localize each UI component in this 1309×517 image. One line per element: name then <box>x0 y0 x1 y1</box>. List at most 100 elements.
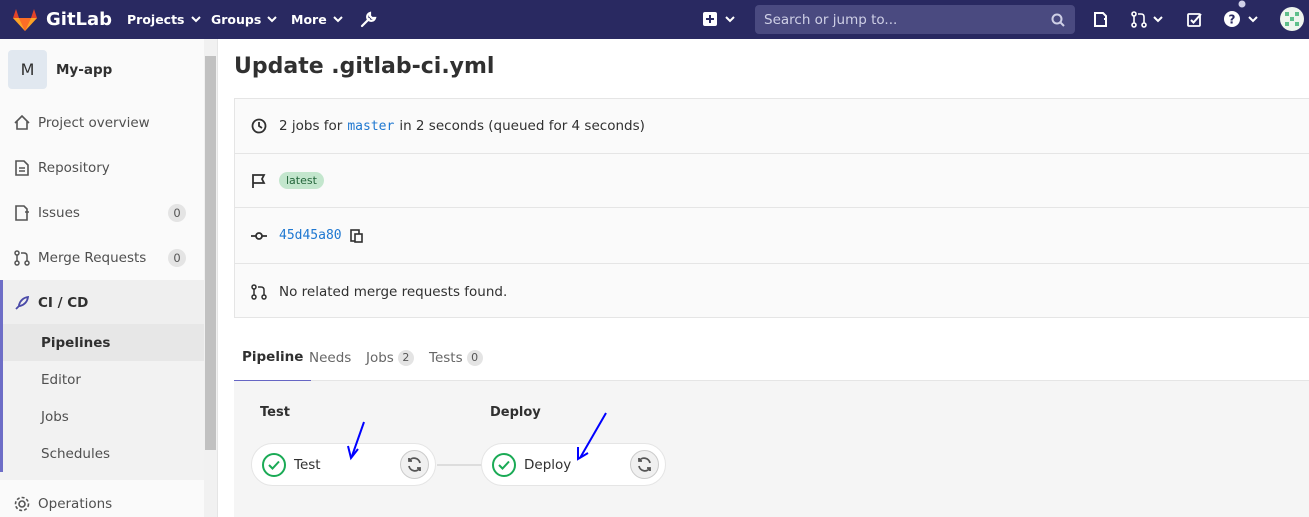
sidebar-item-label: Repository <box>38 159 110 176</box>
doc-icon <box>14 159 30 176</box>
pipeline-tabs: Pipeline Needs Jobs 2 Tests 0 <box>234 334 1309 382</box>
search-icon <box>1051 13 1065 27</box>
sidebar-subitem-label: Jobs <box>41 408 69 425</box>
retry-job-button[interactable] <box>630 450 659 479</box>
nav-projects-label: Projects <box>127 12 185 27</box>
success-check-icon <box>492 452 516 477</box>
merge-request-icon <box>251 283 267 300</box>
admin-wrench-button[interactable] <box>360 11 377 28</box>
job-test[interactable]: Test <box>251 443 436 486</box>
nav-more-label: More <box>291 12 327 27</box>
nav-projects[interactable]: Projects <box>127 0 201 39</box>
project-header[interactable]: M My-app <box>8 50 112 89</box>
jobs-suffix-text: in 2 seconds (queued for 4 seconds) <box>399 118 645 134</box>
success-check-icon <box>262 452 286 477</box>
commit-sha-link[interactable]: 45d45a80 <box>279 228 342 243</box>
chevron-down-icon <box>267 16 278 23</box>
merge-request-icon <box>1131 11 1147 28</box>
project-avatar: M <box>8 50 47 89</box>
sidebar-subitem-schedules[interactable]: Schedules <box>0 435 204 472</box>
todos-button[interactable] <box>1187 12 1202 27</box>
issues-count-badge: 0 <box>168 203 186 222</box>
issues-icon <box>1094 12 1107 27</box>
sidebar-item-issues[interactable]: Issues 0 <box>0 190 204 235</box>
gitlab-logo[interactable]: GitLab <box>12 6 112 33</box>
sidebar-subitem-pipelines[interactable]: Pipelines <box>0 324 204 361</box>
page-title: Update .gitlab-ci.yml <box>234 54 495 79</box>
flag-icon <box>251 173 267 189</box>
nav-groups-label: Groups <box>211 12 262 27</box>
sidebar-item-operations[interactable]: Operations <box>0 481 204 517</box>
chevron-down-icon <box>332 16 343 23</box>
identicon-icon <box>1280 7 1304 31</box>
cloud-gear-icon <box>14 496 30 512</box>
tab-label: Needs <box>309 349 352 366</box>
user-avatar[interactable] <box>1280 7 1304 31</box>
clipboard-icon <box>349 229 363 243</box>
tab-tests[interactable]: Tests 0 <box>429 334 483 381</box>
nav-groups[interactable]: Groups <box>211 0 278 39</box>
issues-icon <box>14 204 30 221</box>
logo-text: GitLab <box>46 9 113 30</box>
chevron-down-icon <box>725 15 735 22</box>
search-input[interactable] <box>764 11 1034 28</box>
top-navbar: GitLab Projects Groups More Search or ju… <box>0 0 1309 39</box>
sidebar-item-label: CI / CD <box>38 294 89 311</box>
tab-label: Jobs <box>366 349 394 366</box>
gitlab-tanuki-icon <box>13 8 37 31</box>
job-deploy[interactable]: Deploy <box>481 443 666 486</box>
dot-icon <box>1238 0 1246 8</box>
latest-badge: latest <box>279 172 324 189</box>
stage-connector <box>437 464 482 466</box>
sidebar-subitem-label: Editor <box>41 371 81 388</box>
tab-count-badge: 0 <box>466 349 483 366</box>
sidebar-subitem-jobs[interactable]: Jobs <box>0 398 204 435</box>
commit-icon <box>251 231 267 241</box>
retry-icon <box>408 457 421 472</box>
todos-issues-button[interactable] <box>1093 11 1109 28</box>
job-name: Test <box>294 456 321 473</box>
sidebar-subitem-editor[interactable]: Editor <box>0 361 204 398</box>
sidebar-item-cicd[interactable]: CI / CD <box>0 280 204 325</box>
merge-requests-button[interactable] <box>1131 11 1163 28</box>
help-button[interactable]: ? <box>1224 11 1258 27</box>
tab-jobs[interactable]: Jobs 2 <box>366 334 414 381</box>
sidebar-scrollbar-thumb[interactable] <box>205 56 216 450</box>
tab-needs[interactable]: Needs <box>309 334 351 381</box>
tab-label: Pipeline <box>242 349 304 365</box>
retry-icon <box>638 457 651 472</box>
pipeline-jobs-row: 2 jobs for master in 2 seconds (queued f… <box>235 99 1309 154</box>
home-icon <box>14 115 30 131</box>
plus-square-icon <box>703 12 717 26</box>
rocket-icon <box>14 295 30 311</box>
merge-requests-row: No related merge requests found. <box>235 264 1309 319</box>
todo-check-icon <box>1187 13 1202 27</box>
merge-requests-count-badge: 0 <box>168 248 186 267</box>
new-item-button[interactable] <box>703 12 735 26</box>
stage-title-deploy: Deploy <box>490 405 541 420</box>
pipeline-info-box: 2 jobs for master in 2 seconds (queued f… <box>234 98 1309 318</box>
jobs-prefix-text: 2 jobs for <box>279 118 343 134</box>
pipeline-badges-row: latest <box>235 154 1309 208</box>
commit-row: 45d45a80 <box>235 208 1309 264</box>
wrench-icon <box>360 11 377 28</box>
sidebar-item-repository[interactable]: Repository <box>0 145 204 190</box>
search-box[interactable] <box>755 5 1075 34</box>
chevron-down-icon <box>1248 15 1258 22</box>
copy-sha-button[interactable] <box>349 228 363 243</box>
nav-more[interactable]: More <box>291 0 343 39</box>
stage-title-test: Test <box>260 405 290 420</box>
tab-pipeline[interactable]: Pipeline <box>234 334 312 382</box>
retry-job-button[interactable] <box>400 450 429 479</box>
branch-link[interactable]: master <box>347 119 394 134</box>
svg-text:?: ? <box>1229 13 1236 27</box>
chevron-down-icon <box>1153 16 1163 23</box>
job-name: Deploy <box>524 456 572 473</box>
tab-label: Tests <box>429 349 463 366</box>
sidebar-item-label: Operations <box>38 495 113 512</box>
sidebar-subitem-label: Pipelines <box>41 334 111 351</box>
notification-dot <box>1238 0 1246 8</box>
sidebar-item-project-overview[interactable]: Project overview <box>0 100 204 145</box>
sidebar-item-label: Project overview <box>38 114 150 131</box>
sidebar-item-merge-requests[interactable]: Merge Requests 0 <box>0 235 204 280</box>
